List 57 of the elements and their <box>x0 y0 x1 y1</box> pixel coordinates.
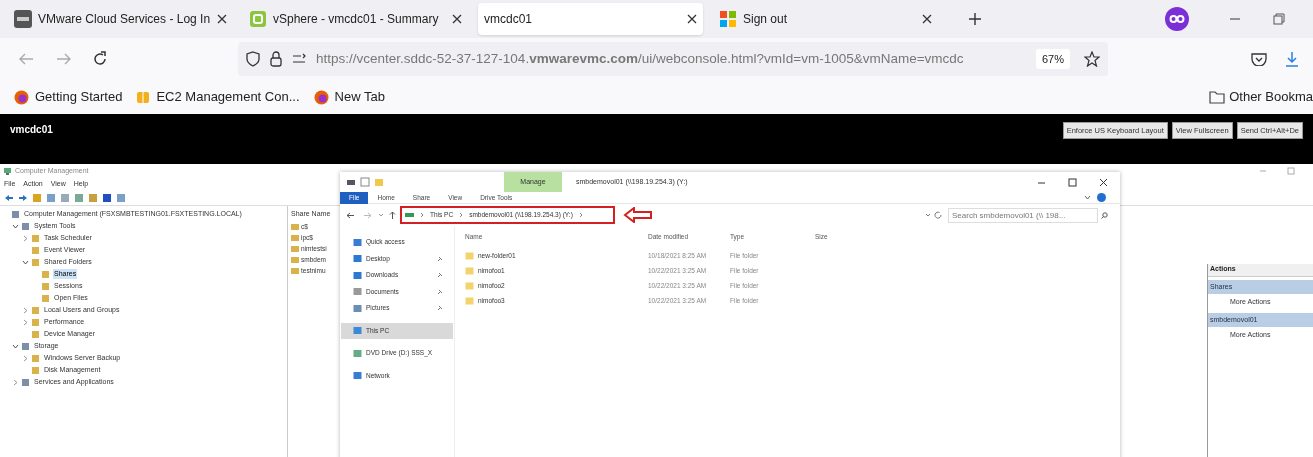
browser-tab[interactable]: vSphere - vmcdc01 - Summary <box>243 3 468 35</box>
refresh-icon[interactable] <box>934 211 942 219</box>
lock-icon[interactable] <box>270 51 282 67</box>
firefox-icon <box>313 89 329 105</box>
reload-icon[interactable] <box>92 51 108 67</box>
pin-icon[interactable] <box>437 288 443 295</box>
computer-icon <box>3 166 12 176</box>
address-bar[interactable]: https://vcenter.sddc-52-37-127-104.vmwarevmc.com/ui/webconsole.html?vmId=vm-1005&vmName=vmcdc 67% <box>238 42 1108 76</box>
close-icon[interactable] <box>452 14 462 24</box>
close-icon[interactable] <box>922 14 932 24</box>
browser-tab[interactable]: Sign out <box>713 3 938 35</box>
firefox-icon <box>14 89 29 105</box>
search-field[interactable]: Search smbdemovol01 (\\ 198... <box>948 207 1098 223</box>
gift-box-icon <box>136 90 151 104</box>
tab-title: vmcdc01 <box>484 11 534 28</box>
tab-title: VMware Cloud Services - Log In <box>38 11 212 28</box>
drive-icon <box>346 177 356 187</box>
vsphere-icon <box>249 10 267 28</box>
browser-tab[interactable]: vmcdc01 <box>478 3 703 35</box>
arrow-icon <box>623 207 653 223</box>
up-arrow-icon[interactable] <box>389 210 396 220</box>
search-icon <box>1101 211 1108 219</box>
profile-icon[interactable] <box>1165 7 1189 31</box>
restore-icon[interactable] <box>1273 13 1285 25</box>
pin-icon[interactable] <box>437 272 443 279</box>
back-icon[interactable] <box>4 194 14 202</box>
chevron-icon <box>420 212 424 218</box>
pocket-icon[interactable] <box>1251 52 1267 66</box>
maximize-icon[interactable] <box>1068 177 1077 187</box>
close-icon[interactable] <box>1099 177 1108 187</box>
close-icon[interactable] <box>687 14 697 24</box>
tab-title: Sign out <box>743 11 789 28</box>
drive-icon <box>405 211 414 219</box>
bookmark[interactable]: EC2 Management Con... <box>136 87 300 107</box>
other-bookmarks[interactable]: Other Bookma <box>1209 87 1313 107</box>
expand-ribbon-icon[interactable] <box>1084 194 1091 201</box>
url-text: https://vcenter.sddc-52-37-127-104.vmwarevmc.com/ui/webconsole.html?vmId=vm-1005&vmName=vmcdc <box>316 49 965 68</box>
pin-icon[interactable] <box>437 305 443 312</box>
vmware-icon <box>14 10 32 28</box>
help-icon[interactable] <box>1097 193 1106 202</box>
console-title: vmcdc01 <box>10 123 53 137</box>
shield-icon[interactable] <box>246 51 260 67</box>
close-icon[interactable] <box>217 14 227 24</box>
chevron-icon <box>578 212 583 218</box>
pin-icon[interactable] <box>437 255 443 262</box>
new-tab-icon[interactable] <box>968 12 982 26</box>
back-icon[interactable] <box>346 211 355 219</box>
bookmark[interactable]: Getting Started <box>14 87 123 107</box>
microsoft-icon <box>719 10 737 28</box>
bookmark[interactable]: New Tab <box>313 87 385 107</box>
permissions-icon[interactable] <box>292 53 306 65</box>
browser-tab[interactable]: VMware Cloud Services - Log In <box>8 3 233 35</box>
forward-icon[interactable] <box>18 194 28 202</box>
chevron-icon <box>459 212 464 218</box>
folder-icon <box>1209 90 1226 104</box>
tab-title: vSphere - vmcdc01 - Summary <box>273 11 440 28</box>
zoom-level[interactable]: 67% <box>1035 48 1070 70</box>
